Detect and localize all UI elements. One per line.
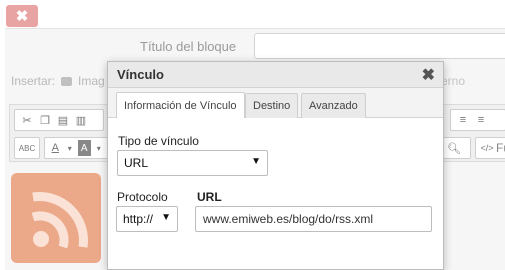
camera-icon [61, 76, 73, 86]
dialog-titlebar[interactable]: Vínculo ✖ [108, 62, 443, 88]
link-type-label: Tipo de vínculo [118, 134, 199, 148]
source-group: </> Fu [475, 137, 505, 159]
tab-label: Destino [253, 100, 291, 112]
copy-icon[interactable]: ❐ [37, 112, 53, 128]
tab-target[interactable]: Destino [245, 93, 299, 118]
chevron-down-icon: ▼ [161, 212, 171, 223]
dialog-title: Vínculo [117, 67, 164, 82]
link-type-select[interactable]: URL ▼ [117, 150, 268, 176]
paste-text-icon[interactable]: ▥ [73, 112, 89, 128]
url-label: URL [197, 190, 222, 204]
close-button[interactable]: ✖ [6, 5, 38, 27]
rss-thumbnail[interactable] [11, 173, 101, 263]
align-center-icon[interactable]: ≡ [455, 112, 471, 128]
tab-label: Avanzado [309, 100, 358, 112]
cut-icon[interactable]: ✂ [19, 112, 35, 128]
protocol-value: http:// [123, 212, 154, 226]
tab-advanced[interactable]: Avanzado [301, 93, 366, 118]
tab-label: Información de Vínculo [124, 99, 237, 112]
preview-icon[interactable]: 🔍︎ [446, 140, 462, 156]
block-title-input[interactable] [254, 33, 505, 59]
insert-row: Insertar: Imag [11, 74, 105, 88]
clipboard-group: ✂ ❐ ▤ ▥ [14, 109, 104, 131]
spellcheck-icon[interactable]: ABC [19, 140, 35, 156]
align-group: ≡ ≡ [450, 109, 505, 131]
chevron-down-icon[interactable]: ▾ [64, 140, 77, 156]
dialog-tabs: Información de Vínculo Destino Avanzado [108, 88, 443, 118]
close-icon[interactable]: ✖ [422, 65, 435, 85]
insert-image-link[interactable]: Imag [78, 74, 105, 88]
url-value: www.emiweb.es/blog/do/rss.xml [203, 212, 374, 226]
spellcheck-group: ABC [14, 137, 40, 159]
chevron-down-icon: ▼ [251, 156, 261, 167]
source-icon[interactable]: </> [480, 140, 494, 156]
protocol-select[interactable]: http:// ▼ [116, 206, 178, 232]
protocol-label: Protocolo [117, 190, 168, 204]
bg-color-icon[interactable]: A [78, 140, 91, 156]
tab-link-info[interactable]: Información de Vínculo [116, 92, 245, 118]
color-group: A ▾ A ▾ [44, 137, 110, 159]
font-color-icon[interactable]: A [49, 140, 62, 156]
block-title-label: Título del bloque [140, 39, 237, 54]
preview-group: 🔍︎ [441, 137, 471, 159]
insert-external-link[interactable]: erno [441, 74, 465, 88]
chevron-down-icon[interactable]: ▾ [93, 140, 106, 156]
link-type-value: URL [124, 156, 149, 170]
paste-icon[interactable]: ▤ [55, 112, 71, 128]
source-button-label[interactable]: Fu [496, 141, 505, 155]
align-right-icon[interactable]: ≡ [473, 112, 489, 128]
link-dialog: Vínculo ✖ Información de Vínculo Destino… [107, 61, 444, 270]
rss-icon [31, 192, 88, 249]
insert-label: Insertar: [11, 74, 56, 88]
close-icon: ✖ [15, 8, 29, 25]
url-input[interactable]: www.emiweb.es/blog/do/rss.xml [195, 206, 432, 232]
